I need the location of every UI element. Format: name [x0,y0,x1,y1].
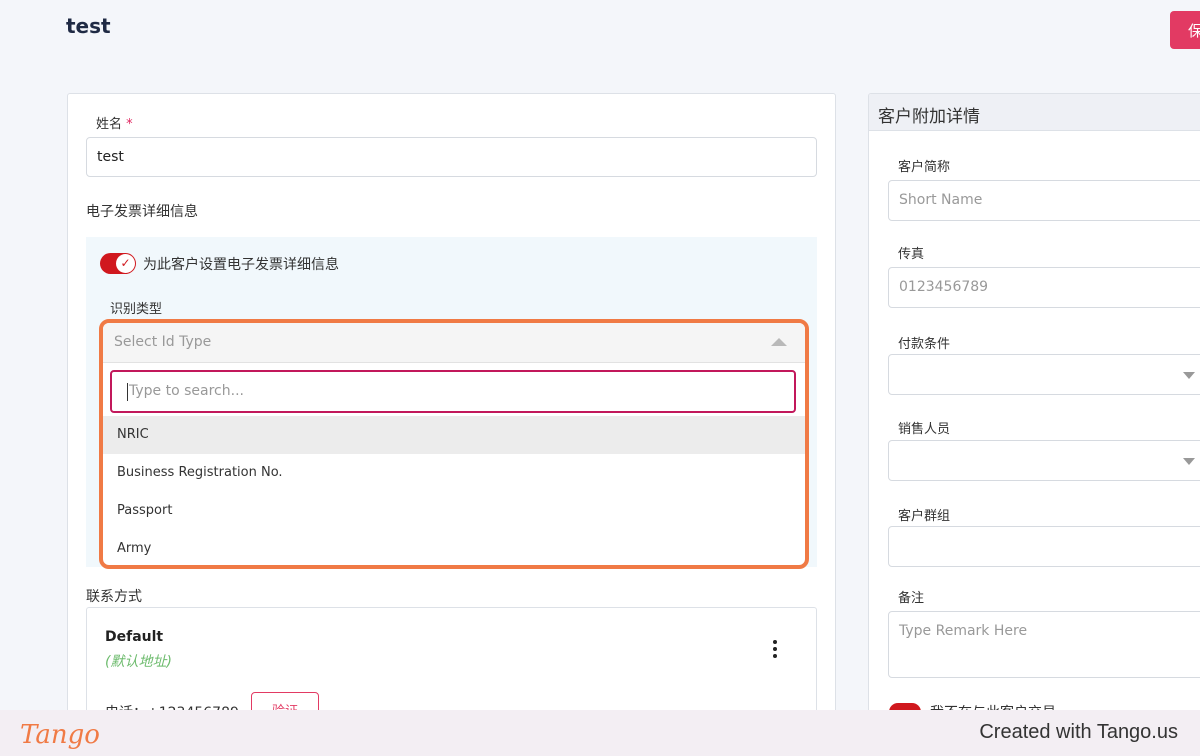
short-name-label: 客户简称 [898,160,951,175]
remark-textarea[interactable]: Type Remark Here [888,611,1200,678]
fax-label: 传真 [898,247,925,262]
id-type-search-input[interactable]: Type to search... [110,370,796,413]
id-type-option[interactable]: NRIC [103,416,805,454]
more-options-icon[interactable] [773,640,779,658]
contact-name: Default [105,629,164,645]
check-icon: ✓ [116,254,135,273]
payment-terms-select[interactable] [888,354,1200,395]
search-placeholder: Type to search... [129,383,244,399]
additional-details-title: 客户附加详情 [878,107,980,127]
id-type-select[interactable]: Select Id Type [103,323,805,363]
default-address-tag: (默认地址) [105,654,172,670]
tango-logo: Tango [20,720,100,750]
chevron-down-icon [1183,372,1195,379]
payment-terms-label: 付款条件 [898,337,951,352]
footer-credit: Created with Tango.us [979,721,1178,743]
customer-group-select[interactable] [888,526,1200,567]
caret-up-icon [771,338,787,346]
id-type-option[interactable]: Business Registration No. [103,454,805,492]
einvoice-toggle-label: 为此客户设置电子发票详细信息 [143,257,339,273]
tango-footer: Tango Created with Tango.us [0,710,1200,756]
customer-group-label: 客户群组 [898,509,951,524]
text-cursor [127,383,128,401]
id-type-select-placeholder: Select Id Type [114,334,212,350]
name-label: 姓名 * [96,113,133,132]
contact-section-title: 联系方式 [86,589,142,605]
einvoice-section-title: 电子发票详细信息 [86,204,198,220]
id-type-dropdown: Select Id Type Type to search... NRIC Bu… [99,319,809,569]
remark-label: 备注 [898,591,925,606]
einvoice-toggle[interactable]: ✓ [100,253,136,274]
page-title: test [66,14,111,38]
chevron-down-icon [1183,458,1195,465]
required-mark: * [126,117,133,132]
name-input[interactable]: test [86,137,817,177]
id-type-option[interactable]: Passport [103,492,805,530]
fax-input[interactable]: 0123456789 [888,267,1200,308]
id-type-option[interactable]: Army [103,530,805,565]
salesperson-select[interactable] [888,440,1200,481]
save-button[interactable]: 保 [1170,11,1200,49]
name-label-text: 姓名 [96,117,123,132]
short-name-input[interactable]: Short Name [888,180,1200,221]
id-type-label: 识别类型 [110,302,163,317]
salesperson-label: 销售人员 [898,422,951,437]
additional-details-header: 客户附加详情 [869,94,1200,131]
